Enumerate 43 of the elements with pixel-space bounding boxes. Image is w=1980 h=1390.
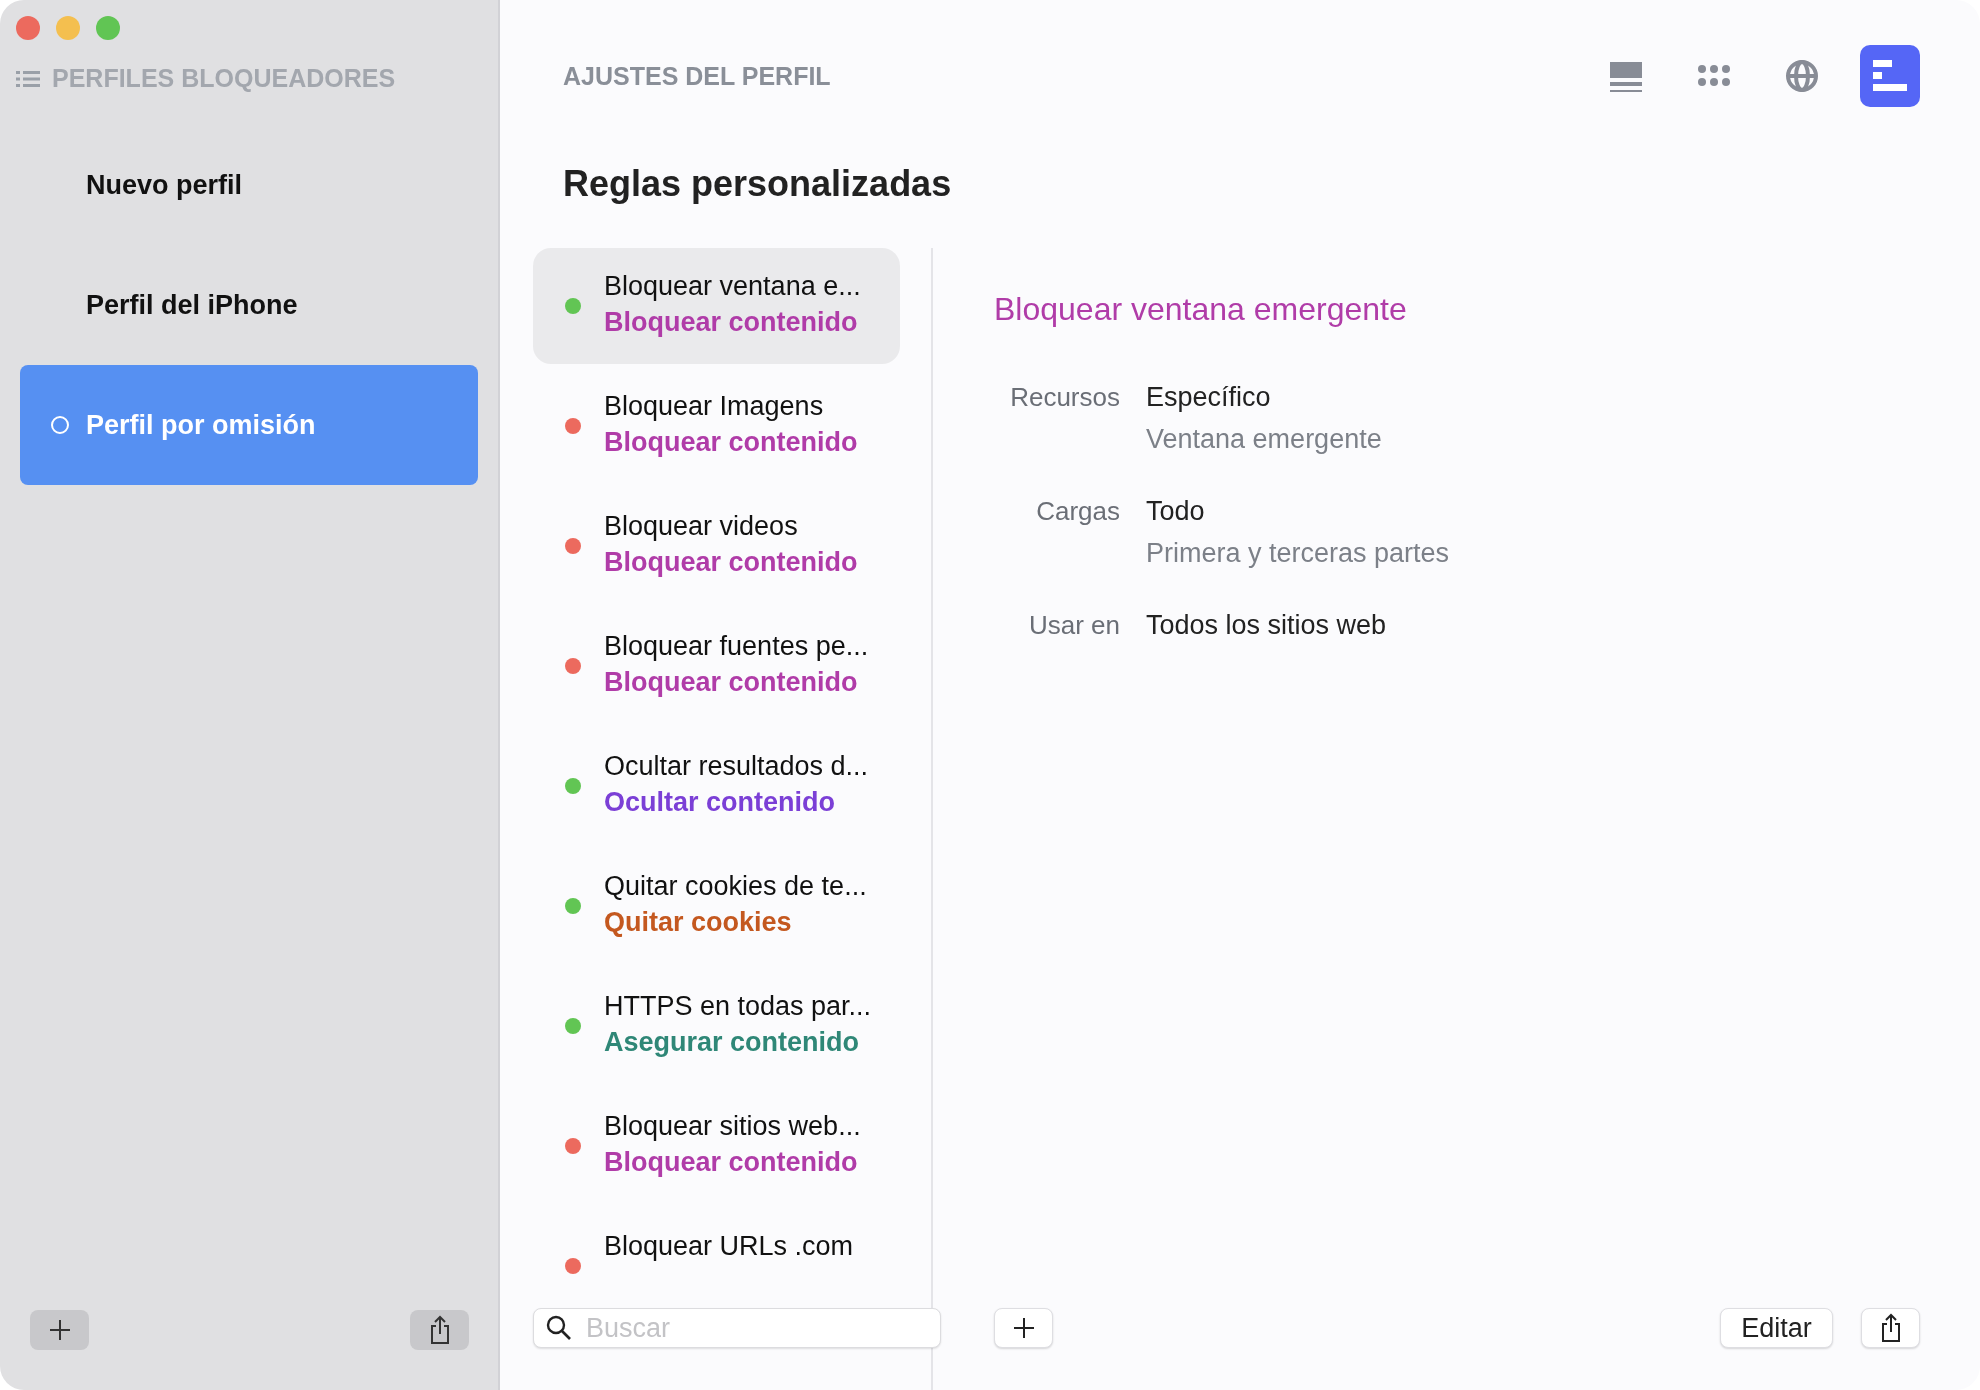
share-button[interactable] [1861, 1308, 1920, 1348]
profile-item[interactable]: Nuevo perfil [20, 125, 478, 245]
plus-icon [1012, 1317, 1035, 1339]
timeline-view-button[interactable] [1860, 45, 1920, 107]
field-label: Cargas [1035, 495, 1120, 528]
rule-item[interactable]: Bloquear URLs .com [533, 1208, 900, 1278]
rule-item[interactable]: Bloquear ventana e... Bloquear contenido [533, 248, 900, 364]
field-detail: Ventana emergente [1146, 423, 1382, 456]
rule-title: Bloquear ventana emergente [994, 290, 1408, 329]
circle-icon [51, 416, 69, 434]
rule-item[interactable]: Ocultar resultados d... Ocultar contenido [533, 728, 900, 844]
field-value: Todos los sitios web [1146, 609, 1387, 642]
timeline-bars-icon [1873, 60, 1907, 92]
profile-item[interactable]: Perfil del iPhone [20, 245, 478, 365]
list-view-icon [1610, 60, 1642, 92]
search-field[interactable]: Buscar [533, 1308, 941, 1348]
field-label: Usar en [1027, 609, 1120, 642]
share-button[interactable] [410, 1310, 469, 1350]
rule-item[interactable]: Bloquear Imagens Bloquear contenido [533, 368, 900, 484]
close-button[interactable] [16, 16, 40, 40]
share-icon [1880, 1313, 1901, 1343]
zoom-button[interactable] [96, 16, 120, 40]
add-button[interactable] [30, 1310, 89, 1350]
section-title: Reglas personalizadas [562, 162, 953, 206]
rule-item[interactable]: HTTPS en todas par... Asegurar contenido [533, 968, 900, 1084]
search-icon [546, 1315, 572, 1341]
field-value: Todo [1146, 495, 1206, 528]
page-heading: AJUSTES DEL PERFIL [563, 61, 831, 91]
sidebar-heading: PERFILES BLOQUEADORES [52, 64, 396, 93]
share-icon [429, 1315, 450, 1345]
rule-item[interactable]: Bloquear fuentes pe... Bloquear contenido [533, 608, 900, 724]
globe-icon [1785, 59, 1819, 93]
dots-grid-icon [1697, 64, 1731, 88]
rule-item[interactable]: Bloquear sitios web... Bloquear contenido [533, 1088, 900, 1204]
rule-item[interactable]: Quitar cookies de te... Quitar cookies [533, 848, 900, 964]
field-value: Específico [1146, 381, 1272, 414]
field-label: Recursos [1009, 381, 1120, 414]
add-button[interactable] [994, 1308, 1053, 1348]
list-icon [16, 70, 40, 87]
plus-icon [48, 1319, 71, 1341]
rule-item[interactable]: Bloquear videos Bloquear contenido [533, 488, 900, 604]
edit-button[interactable]: Editar [1720, 1308, 1833, 1348]
field-detail: Primera y terceras partes [1146, 537, 1450, 570]
